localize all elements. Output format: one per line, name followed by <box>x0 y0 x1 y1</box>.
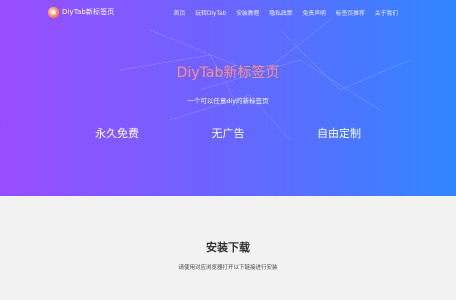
nav-menu: 首页 玩转DiyTab 安装教程 隐私政策 免责声明 标签页推荐 关于我们 <box>174 0 398 24</box>
hero-title: DiyTab新标签页 <box>176 65 280 81</box>
brand-name[interactable]: DiyTab新标签页 <box>62 7 114 17</box>
hero-subtitle: 一个可以任意diy的新标签页 <box>187 97 269 105</box>
nav-item-about[interactable]: 关于我们 <box>375 8 398 17</box>
nav-item-recommend[interactable]: 标签页推荐 <box>336 8 365 17</box>
nav-item-install-guide[interactable]: 安装教程 <box>236 8 259 17</box>
install-description: 请使用对应浏览器打开以下链接进行安装 <box>178 265 278 271</box>
nav-item-privacy[interactable]: 隐私政策 <box>269 8 292 17</box>
nav-item-home[interactable]: 首页 <box>174 8 186 17</box>
nav-item-play[interactable]: 玩转DiyTab <box>195 8 226 17</box>
install-title: 安装下载 <box>206 241 250 254</box>
feature-list: 永久免费 无广告 自由定制 <box>0 125 456 141</box>
feature-customize: 自由定制 <box>317 127 361 140</box>
feature-no-ads: 无广告 <box>211 127 245 140</box>
hero-banner: DiyTab新标签页 首页 玩转DiyTab 安装教程 隐私政策 免责声明 标签… <box>0 0 456 196</box>
feature-free: 永久免费 <box>95 127 139 140</box>
logo-icon[interactable] <box>48 6 59 18</box>
nav-item-disclaimer[interactable]: 免责声明 <box>303 8 326 17</box>
